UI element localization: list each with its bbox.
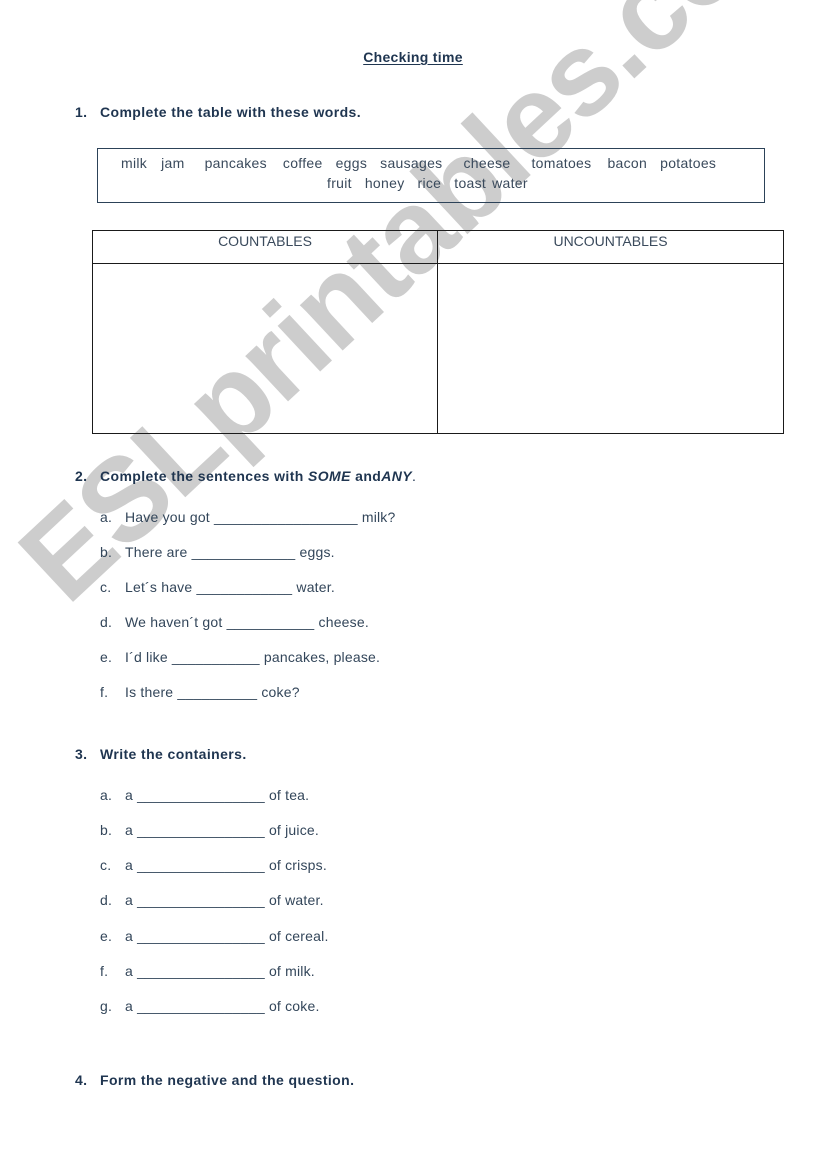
section-1-heading: 1. Complete the table with these words. <box>75 104 361 120</box>
container-item[interactable]: e. a ________________ of cereal. <box>100 928 329 944</box>
item-text: a ________________ of tea. <box>125 787 310 803</box>
item-letter: e. <box>100 649 113 665</box>
instruction-period: . <box>412 468 417 484</box>
word: water <box>492 175 528 191</box>
uncountables-answer-cell[interactable] <box>438 264 783 433</box>
container-item[interactable]: a. a ________________ of tea. <box>100 787 309 803</box>
sentence-item[interactable]: c. Let´s have ____________ water. <box>100 579 335 595</box>
word: eggs <box>335 155 368 171</box>
item-text: There are _____________ eggs. <box>125 544 335 560</box>
word: potatoes <box>660 155 717 171</box>
item-text: Have you got __________________ milk? <box>125 509 396 525</box>
section-instruction: Complete the table with these words. <box>100 104 361 120</box>
word: bacon <box>607 155 648 171</box>
item-letter: d. <box>100 892 113 908</box>
column-header-countables: COUNTABLES <box>218 233 312 249</box>
column-header-uncountables: UNCOUNTABLES <box>553 233 668 249</box>
word: coffee <box>282 155 323 171</box>
section-number: 4. <box>75 1072 88 1088</box>
instruction-text: Complete the sentences with <box>100 468 309 484</box>
word: pancakes <box>204 155 267 171</box>
word-bank-line-2: fruit honey rice toast water <box>327 175 528 191</box>
item-text: a ________________ of cereal. <box>125 928 329 944</box>
item-text: a ________________ of juice. <box>125 822 319 838</box>
item-text: We haven´t got ___________ cheese. <box>125 614 369 630</box>
section-number: 2. <box>75 468 88 484</box>
instruction-and: and <box>350 468 382 484</box>
item-text: I´d like ___________ pancakes, please. <box>125 649 381 665</box>
item-letter: b. <box>100 822 113 838</box>
word: sausages <box>380 155 443 171</box>
word: cheese <box>463 155 511 171</box>
item-text: a ________________ of crisps. <box>125 857 327 873</box>
item-letter: a. <box>100 509 113 525</box>
page-title: Checking time <box>0 49 826 65</box>
item-letter: b. <box>100 544 113 560</box>
container-item[interactable]: g. a ________________ of coke. <box>100 998 320 1014</box>
sentence-item[interactable]: b. There are _____________ eggs. <box>100 544 335 560</box>
word-bank-line-1: milk jam pancakes coffee eggs sausages cheese t… <box>121 155 716 171</box>
section-number: 1. <box>75 104 88 120</box>
item-text: a ________________ of milk. <box>125 963 315 979</box>
section-number: 3. <box>75 746 88 762</box>
word: rice <box>417 175 442 191</box>
section-instruction: Form the negative and the question. <box>100 1072 355 1088</box>
container-item[interactable]: c. a ________________ of crisps. <box>100 857 327 873</box>
section-4-heading: 4. Form the negative and the question. <box>75 1072 354 1088</box>
item-text: a ________________ of water. <box>125 892 324 908</box>
item-letter: c. <box>100 857 112 873</box>
item-letter: d. <box>100 614 113 630</box>
item-letter: e. <box>100 928 113 944</box>
word: milk <box>121 155 148 171</box>
item-text: Let´s have ____________ water. <box>125 579 335 595</box>
word: jam <box>161 155 185 171</box>
item-letter: f. <box>100 684 109 700</box>
container-item[interactable]: b. a ________________ of juice. <box>100 822 319 838</box>
word: fruit <box>327 175 352 191</box>
item-letter: g. <box>100 998 113 1014</box>
countables-answer-cell[interactable] <box>93 264 437 433</box>
sentence-item[interactable]: d. We haven´t got ___________ cheese. <box>100 614 369 630</box>
item-text: Is there __________ coke? <box>125 684 300 700</box>
section-3-heading: 3. Write the containers. <box>75 746 247 762</box>
item-letter: f. <box>100 963 109 979</box>
keyword-some: SOME <box>308 468 351 484</box>
word: toast <box>454 175 487 191</box>
page-title-text: Checking time <box>363 49 463 65</box>
sentence-item[interactable]: a. Have you got __________________ milk? <box>100 509 396 525</box>
item-letter: c. <box>100 579 112 595</box>
section-2-heading: 2. Complete the sentences with SOME andAN… <box>75 468 416 484</box>
word: honey <box>364 175 405 191</box>
item-text: a ________________ of coke. <box>125 998 320 1014</box>
word-bank: milk jam pancakes coffee eggs sausages cheese t… <box>97 148 765 203</box>
container-item[interactable]: d. a ________________ of water. <box>100 892 324 908</box>
container-item[interactable]: f. a ________________ of milk. <box>100 963 315 979</box>
keyword-any: ANY <box>381 468 413 484</box>
sentence-item[interactable]: e. I´d like ___________ pancakes, please. <box>100 649 380 665</box>
classification-table: COUNTABLES UNCOUNTABLES <box>92 230 784 434</box>
item-letter: a. <box>100 787 113 803</box>
sentence-item[interactable]: f. Is there __________ coke? <box>100 684 300 700</box>
word: tomatoes <box>531 155 592 171</box>
section-instruction: Write the containers. <box>100 746 247 762</box>
